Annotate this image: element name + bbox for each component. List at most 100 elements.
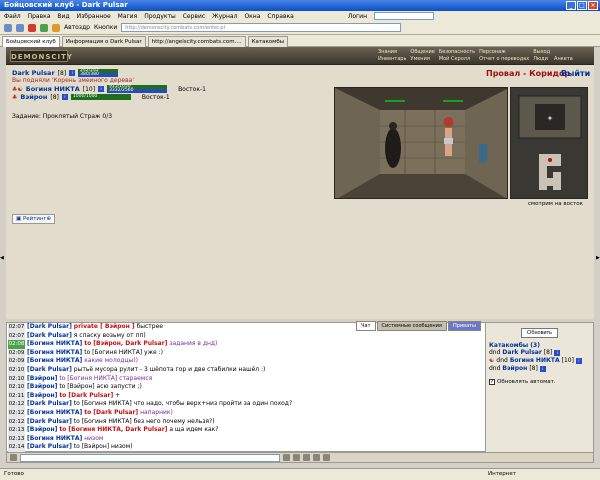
refresh-icon[interactable] xyxy=(40,23,48,32)
menu-products[interactable]: Продукты xyxy=(144,13,176,20)
chat-sender[interactable]: [Вэйрон] xyxy=(27,426,57,433)
chat-time: 02:09 xyxy=(8,357,25,366)
tab-privates[interactable]: Приваты xyxy=(447,321,481,331)
nav-skills[interactable]: Умения xyxy=(410,56,434,62)
tab-club[interactable]: Бойцовский клуб xyxy=(2,36,60,47)
menu-favorites[interactable]: Избранное xyxy=(77,13,111,20)
chat-sender[interactable]: [Dark Pulsar] xyxy=(27,366,72,373)
chat-sender[interactable]: [Dark Pulsar] xyxy=(27,400,72,407)
tab-chat[interactable]: Чат xyxy=(356,321,376,331)
info-icon[interactable]: i xyxy=(69,70,76,76)
autofill-button[interactable]: Автоздр xyxy=(64,24,90,31)
nav-inventory[interactable]: Инвентарь xyxy=(378,56,406,62)
tab-catacombs[interactable]: Катакомбы xyxy=(247,36,289,47)
info-icon[interactable]: i xyxy=(554,350,561,356)
party-member-name[interactable]: Вэйрон xyxy=(20,93,47,101)
menu-edit[interactable]: Правка xyxy=(28,13,51,20)
nav-security[interactable]: Безопасность xyxy=(439,49,475,55)
nav-knowledge[interactable]: Знания xyxy=(378,49,406,55)
chat-sender[interactable]: [Dark Pulsar] xyxy=(27,443,72,450)
member-level: [10] xyxy=(561,357,574,364)
menu-magic[interactable]: Магия xyxy=(118,13,138,20)
room-member[interactable]: dnd Dark Pulsar [8] i xyxy=(489,349,590,357)
room-member[interactable]: ☯ dnd Богиня НИКТА [10] i xyxy=(489,357,590,365)
room-member[interactable]: dnd Вэйрон [8] i xyxy=(489,365,590,373)
menu-view[interactable]: Вид xyxy=(57,13,69,20)
menu-tools[interactable]: Сервис xyxy=(183,13,205,20)
menu-file[interactable]: Файл xyxy=(4,13,21,20)
settings-icon[interactable] xyxy=(303,454,310,461)
chat-sender[interactable]: [Dark Pulsar] xyxy=(27,418,72,425)
chat-sender[interactable]: [Вэйрон] xyxy=(27,375,57,382)
tab-system-messages[interactable]: Системные сообщения xyxy=(376,321,447,331)
chat-recipient[interactable]: private [ Вэйрон ] xyxy=(74,323,135,330)
minimize-button[interactable]: _ xyxy=(566,1,576,10)
nav-profile[interactable]: Анкета xyxy=(554,56,573,62)
menu-journal[interactable]: Журнал xyxy=(212,13,237,20)
chat-sender[interactable]: [Вэйрон] xyxy=(27,392,57,399)
forward-icon[interactable] xyxy=(16,23,24,32)
clear-icon[interactable] xyxy=(293,454,300,461)
info-icon[interactable]: i xyxy=(575,358,582,364)
chat-input[interactable] xyxy=(20,453,280,462)
tab-info[interactable]: Информация о Dark Pulsar xyxy=(61,36,146,47)
quotes-button[interactable]: Кнопки xyxy=(94,24,117,31)
party-member-name[interactable]: Богиня НИКТА xyxy=(26,85,80,93)
member-level: [8] xyxy=(543,349,553,356)
right-arrow-icon[interactable]: ▶ xyxy=(596,255,600,263)
chat-line: 02:12 [Богиня НИКТА] to [Dark Pulsar] нап… xyxy=(7,408,483,418)
chat-recipient[interactable]: to [Вэйрон, Dark Pulsar] xyxy=(84,340,167,347)
chat-sender[interactable]: [Богиня НИКТА] xyxy=(27,435,82,442)
nav-people[interactable]: Люди xyxy=(533,56,550,62)
chat-sender[interactable]: [Dark Pulsar] xyxy=(27,323,72,330)
chat-recipient[interactable]: to [Dark Pulsar] xyxy=(84,409,138,416)
info-icon[interactable]: i xyxy=(98,86,105,92)
smile-icon[interactable] xyxy=(10,454,17,461)
info-icon[interactable]: i xyxy=(61,94,68,100)
info-icon[interactable]: i xyxy=(539,366,546,372)
left-arrow-icon[interactable]: ◀ xyxy=(0,255,4,263)
chat-recipient[interactable]: to [Dark Pulsar] xyxy=(59,392,113,399)
nav-character[interactable]: Персонаж xyxy=(479,49,529,55)
send-icon[interactable] xyxy=(283,454,290,461)
player-name[interactable]: Dark Pulsar xyxy=(12,69,55,77)
menu-windows[interactable]: Окна xyxy=(244,13,260,20)
chat-time: 02:09 xyxy=(8,348,25,358)
member-name[interactable]: Богиня НИКТА xyxy=(510,357,560,365)
maximize-button[interactable]: □ xyxy=(577,1,587,10)
chat-sender[interactable]: [Dark Pulsar] xyxy=(27,332,72,339)
chat-sender[interactable]: [Богиня НИКТА] xyxy=(27,340,82,347)
back-icon[interactable] xyxy=(4,23,12,32)
chat-sender[interactable]: [Вэйрон] xyxy=(27,383,57,390)
address-bar[interactable]: http://demonscity.combats.com/enter.pl xyxy=(121,23,402,32)
close-button[interactable]: × xyxy=(588,1,598,10)
refresh-button[interactable]: Обновить xyxy=(521,328,558,338)
minimap[interactable]: ✦ xyxy=(510,87,588,199)
chat-log[interactable]: 02:07 [Dark Pulsar] private [ Вэйрон ] бы… xyxy=(7,323,483,453)
nav-transfers[interactable]: Отчет о переводах xyxy=(479,56,529,62)
menu-help[interactable]: Справка xyxy=(267,13,293,20)
member-name[interactable]: Dark Pulsar xyxy=(502,349,541,357)
dungeon-scene xyxy=(335,88,507,198)
chat-time: 02:12 xyxy=(8,408,25,418)
nav-exit[interactable]: Выход xyxy=(533,49,550,55)
chat-sender[interactable]: [Богиня НИКТА] xyxy=(27,349,82,356)
chat-sender[interactable]: [Богиня НИКТА] xyxy=(27,357,82,364)
dungeon-view[interactable] xyxy=(334,87,508,199)
checkbox-icon[interactable]: ✓ xyxy=(489,379,495,385)
rating-button[interactable]: ▣ Рейтинг⊕ xyxy=(12,214,56,224)
map-icon[interactable] xyxy=(323,454,330,461)
home-icon[interactable] xyxy=(52,23,60,32)
tab-angelscity[interactable]: http://angelscity.combats.com.... xyxy=(147,36,246,47)
nav-communication[interactable]: Общение xyxy=(410,49,434,55)
nav-scroll[interactable]: Мой Скролл xyxy=(439,56,475,62)
chat-recipient[interactable]: to [Богиня НИКТА, Dark Pulsar] xyxy=(59,426,167,433)
stop-icon[interactable] xyxy=(28,23,36,32)
member-name[interactable]: Вэйрон xyxy=(502,365,527,373)
login-field[interactable] xyxy=(374,12,434,20)
inventory-icon[interactable] xyxy=(313,454,320,461)
exit-link[interactable]: Выйти xyxy=(561,69,590,78)
chat-sender[interactable]: [Богиня НИКТА] xyxy=(27,409,82,416)
player-figure[interactable] xyxy=(443,117,454,156)
autoupdate-toggle[interactable]: ✓ Обновлять автомат. xyxy=(489,379,590,385)
